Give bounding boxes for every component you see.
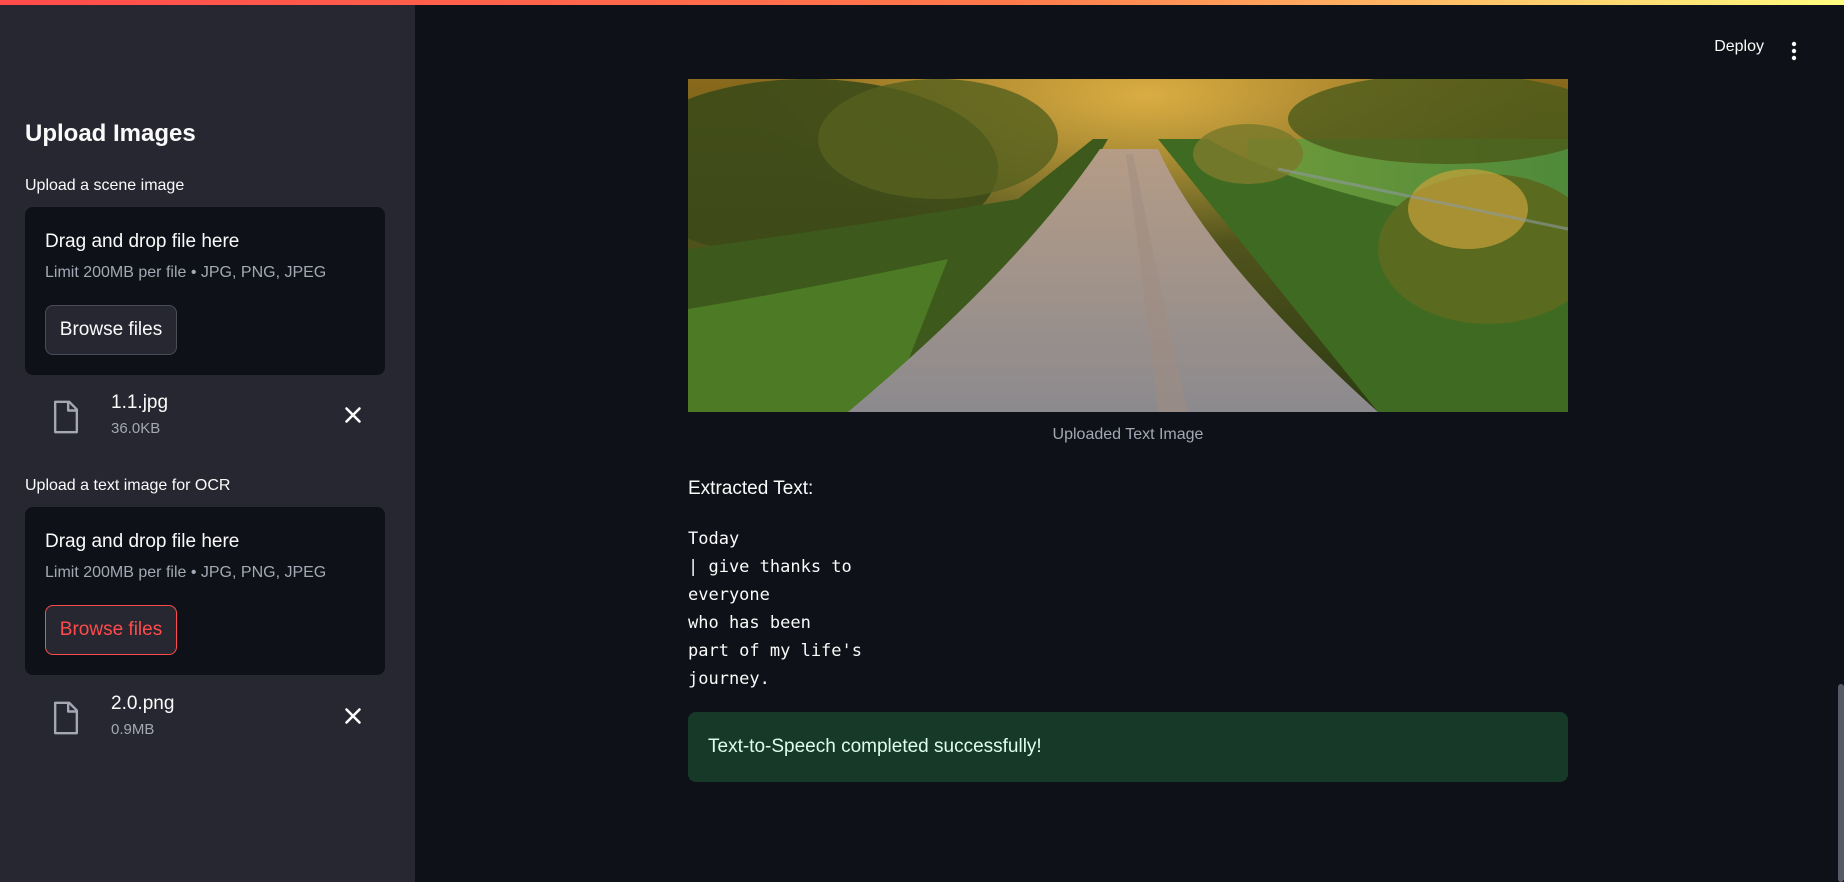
ocr-browse-files-button[interactable]: Browse files [45, 605, 177, 655]
file-size: 0.9MB [111, 721, 155, 738]
success-message: Text-to-Speech completed successfully! [708, 736, 1042, 757]
remove-file-close-icon[interactable] [340, 703, 366, 729]
ocr-uploaded-file: 2.0.png 0.9MB [25, 689, 385, 745]
sidebar: Upload Images Upload a scene image Drag … [0, 0, 415, 882]
file-icon [53, 400, 79, 434]
app-top-decoration [0, 0, 1844, 5]
header-actions: Deploy [1644, 30, 1844, 70]
extracted-text-block: Today | give thanks to everyone who has … [688, 525, 862, 693]
extracted-line: Today [688, 529, 740, 549]
file-icon [53, 701, 79, 735]
extracted-text-heading: Extracted Text: [688, 478, 814, 499]
ocr-dropzone[interactable]: Drag and drop file here Limit 200MB per … [25, 507, 385, 675]
extracted-line: everyone [688, 585, 770, 605]
extracted-line: | give thanks to [688, 557, 852, 577]
file-name: 2.0.png [111, 693, 175, 714]
file-name: 1.1.jpg [111, 392, 169, 413]
dropzone-limit: Limit 200MB per file • JPG, PNG, JPEG [45, 264, 327, 281]
vertical-ellipsis-icon[interactable] [1782, 39, 1806, 63]
dropzone-title: Drag and drop file here [45, 231, 240, 252]
remove-file-close-icon[interactable] [340, 402, 366, 428]
extracted-line: part of my life's [688, 641, 862, 661]
file-size: 36.0KB [111, 420, 161, 437]
success-alert: Text-to-Speech completed successfully! [688, 712, 1568, 782]
sidebar-title: Upload Images [25, 120, 196, 147]
dropzone-limit: Limit 200MB per file • JPG, PNG, JPEG [45, 564, 327, 581]
scene-uploader-label: Upload a scene image [25, 177, 185, 194]
main-scrollbar[interactable] [1838, 684, 1844, 882]
deploy-button[interactable]: Deploy [1714, 38, 1764, 56]
scene-dropzone[interactable]: Drag and drop file here Limit 200MB per … [25, 207, 385, 375]
scene-uploaded-file: 1.1.jpg 36.0KB [25, 388, 385, 444]
scene-browse-files-button[interactable]: Browse files [45, 305, 177, 355]
extracted-line: who has been [688, 613, 811, 633]
uploaded-scene-image [688, 79, 1568, 412]
dropzone-title: Drag and drop file here [45, 531, 240, 552]
ocr-uploader-label: Upload a text image for OCR [25, 477, 231, 494]
image-caption: Uploaded Text Image [1052, 426, 1204, 443]
extracted-line: journey. [688, 669, 770, 689]
